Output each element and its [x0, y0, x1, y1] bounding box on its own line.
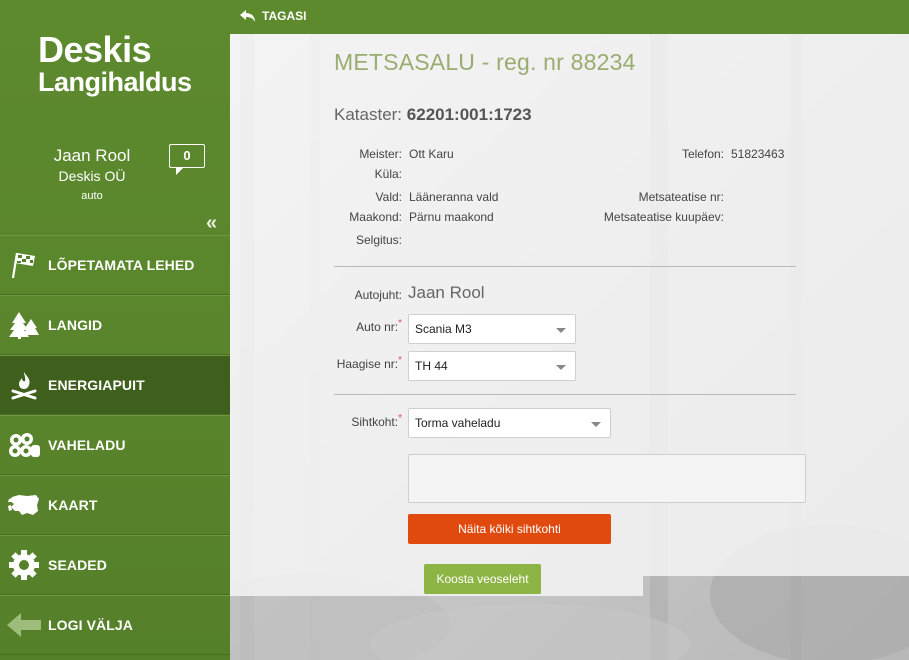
divider-1 — [334, 266, 796, 267]
kataster: Kataster: 62201:001:1723 — [334, 105, 532, 125]
nav-item-energiapuit[interactable]: ENERGIAPUIT — [0, 355, 230, 415]
kataster-value: 62201:001:1723 — [406, 105, 532, 124]
trees-icon — [0, 295, 48, 355]
collapse-sidebar-icon[interactable]: « — [206, 212, 217, 235]
autojuht-label: Autojuht: — [354, 288, 402, 302]
maakond-value: Pärnu maakond — [409, 210, 494, 224]
divider-2 — [334, 394, 796, 395]
nav-label: LÕPETAMATA LEHED — [48, 257, 195, 273]
vald-value: Lääneranna vald — [409, 190, 499, 204]
messages-badge[interactable]: 0 — [169, 144, 205, 175]
haagise-nr-value: TH 44 — [415, 359, 448, 373]
page-title: METSASALU - reg. nr 88234 — [334, 49, 636, 75]
user-info: Jaan Rool Deskis OÜ auto — [0, 146, 184, 202]
auto-nr-label: Auto nr:* — [326, 318, 402, 334]
nav-item-kaart[interactable]: KAART — [0, 475, 230, 535]
sihtkoht-label: Sihtkoht:* — [326, 413, 402, 429]
create-waybill-button[interactable]: Koosta veoseleht — [424, 564, 541, 594]
sihtkoht-label-text: Sihtkoht: — [351, 415, 399, 429]
logo-line-2: Langihaldus — [38, 67, 192, 97]
notes-textarea[interactable] — [408, 454, 806, 503]
chevron-down-icon — [591, 422, 601, 427]
map-estonia-icon — [0, 475, 48, 535]
back-button[interactable]: TAGASI — [240, 9, 306, 23]
app-logo[interactable]: Deskis Langihaldus — [38, 32, 192, 96]
nav-label: SEADED — [48, 557, 107, 573]
haagise-nr-label: Haagise nr:* — [326, 355, 402, 371]
nav-item-langid[interactable]: LANGID — [0, 295, 230, 355]
selgitus-label: Selgitus: — [355, 233, 402, 247]
chevron-down-icon — [556, 328, 566, 333]
logo-line-1: Deskis — [38, 29, 152, 70]
required-mark: * — [398, 318, 402, 329]
nav-label: LANGID — [48, 317, 103, 333]
nav-item-seaded[interactable]: SEADED — [0, 535, 230, 595]
kataster-label: Kataster: — [334, 105, 403, 124]
nav-label: KAART — [48, 497, 98, 513]
telefon-value: 51823463 — [731, 147, 785, 161]
user-company: Deskis OÜ — [58, 168, 126, 184]
nav-item-logout[interactable]: LOGI VÄLJA — [0, 595, 230, 655]
chevron-down-icon — [556, 365, 566, 370]
back-arrow-icon — [240, 10, 255, 22]
show-all-destinations-button[interactable]: Näita kõiki sihtkohti — [408, 514, 611, 544]
required-mark: * — [398, 355, 402, 366]
maakond-label: Maakond: — [349, 210, 402, 224]
meister-label: Meister: — [359, 147, 402, 161]
campfire-icon — [0, 355, 48, 415]
nav-label: VAHELADU — [48, 437, 126, 453]
nav-label: ENERGIAPUIT — [48, 377, 145, 393]
autojuht-value: Jaan Rool — [408, 283, 485, 302]
telefon-label: Telefon: — [681, 147, 724, 161]
sihtkoht-select[interactable]: Torma vaheladu — [408, 408, 611, 438]
metsateatis-nr-label: Metsateatise nr: — [638, 190, 724, 204]
main-content: METSASALU - reg. nr 88234 Kataster: 6220… — [230, 34, 909, 660]
top-bar: TAGASI — [230, 0, 909, 34]
gear-icon — [0, 535, 48, 595]
user-name: Jaan Rool — [53, 146, 131, 165]
back-label: TAGASI — [262, 9, 307, 23]
sidebar: Deskis Langihaldus Jaan Rool Deskis OÜ a… — [0, 0, 230, 660]
haagise-nr-label-text: Haagise nr: — [336, 357, 399, 371]
vald-label: Vald: — [375, 190, 402, 204]
auto-nr-label-text: Auto nr: — [356, 320, 399, 334]
arrow-left-icon — [0, 595, 48, 655]
checkered-flag-icon — [0, 235, 48, 295]
sidebar-nav: LÕPETAMATA LEHED LANGID ENERGIAPUIT VAHE… — [0, 235, 230, 655]
nav-item-vaheladu[interactable]: VAHELADU — [0, 415, 230, 475]
sihtkoht-value: Torma vaheladu — [415, 416, 501, 430]
haagise-nr-select[interactable]: TH 44 — [408, 351, 576, 381]
metsateatis-kp-label: Metsateatise kuupäev: — [603, 210, 724, 224]
logs-icon — [0, 415, 48, 475]
meister-value: Ott Karu — [409, 147, 454, 161]
nav-label: LOGI VÄLJA — [48, 617, 134, 633]
nav-item-unfinished-sheets[interactable]: LÕPETAMATA LEHED — [0, 235, 230, 295]
auto-nr-select[interactable]: Scania M3 — [408, 314, 576, 344]
required-mark: * — [398, 413, 402, 424]
user-role: auto — [81, 190, 103, 202]
auto-nr-value: Scania M3 — [415, 322, 472, 336]
kyla-label: Küla: — [374, 167, 402, 181]
